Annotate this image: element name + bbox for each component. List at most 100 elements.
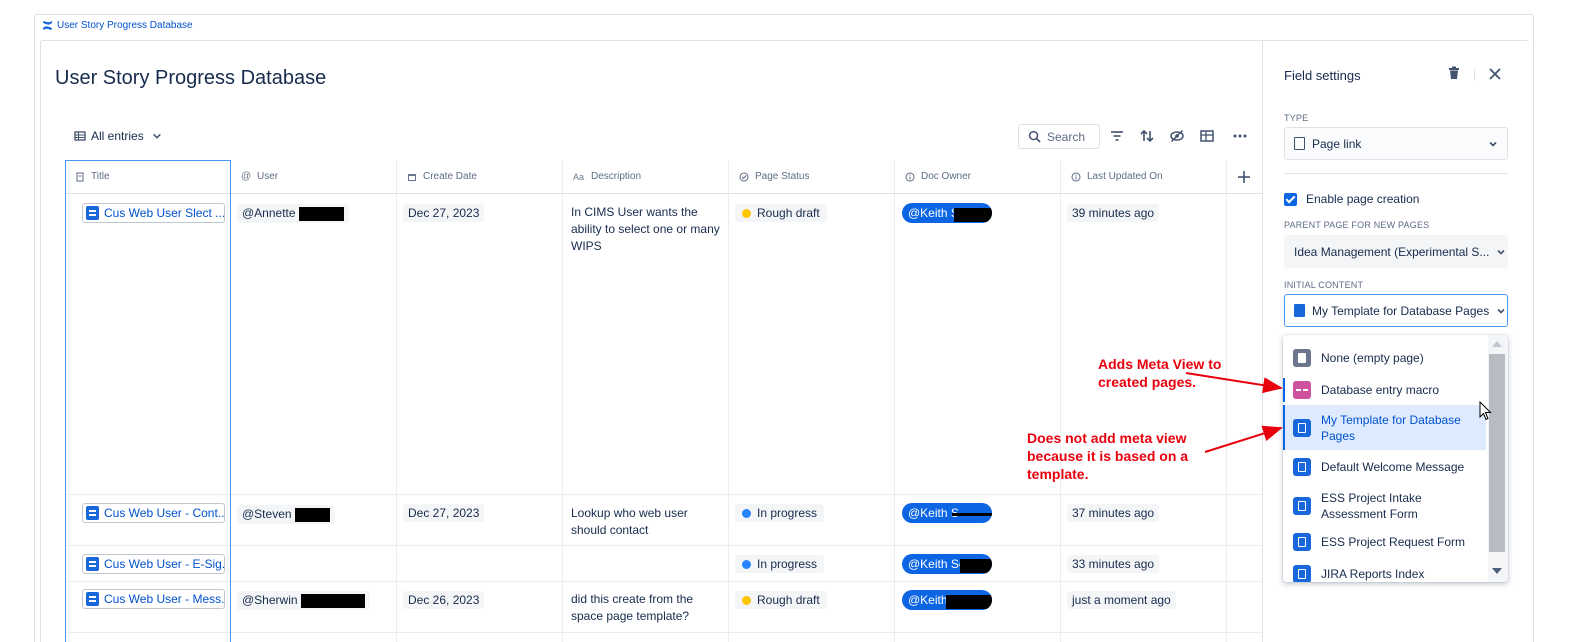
type-select[interactable]: Page link [1284,127,1508,160]
chevron-down-icon [1497,249,1506,255]
user-mention[interactable]: @Sherwin [237,591,370,610]
template-icon [1294,304,1305,317]
plus-icon [1238,170,1250,183]
annotation-no-meta-view: Does not add meta view because it is bas… [1027,429,1188,483]
breadcrumb-label: User Story Progress Database [57,20,193,31]
create-date-tag: Dec 27, 2023 [403,204,485,222]
column-header-page-status[interactable]: Page Status [729,160,894,194]
add-column-button[interactable] [1227,160,1262,194]
column-label: User [257,171,279,182]
hide-fields-icon[interactable] [1169,128,1185,144]
column-header-description[interactable]: Aa Description [563,160,728,194]
status-badge[interactable]: Rough draft [735,204,827,222]
sort-icon[interactable] [1139,128,1155,144]
table-row-title-link[interactable]: Cus Web User - E-Sig... [82,554,225,574]
table-row-title-link[interactable]: Cus Web User - Mess... [82,589,225,609]
checkbox-label: Enable page creation [1306,192,1420,206]
row-title: Cus Web User - Cont... [104,506,225,520]
dropdown-option-my-template[interactable]: My Template for Database Pages [1283,405,1486,450]
column-header-doc-owner[interactable]: Doc Owner [895,160,1060,194]
breadcrumb[interactable]: User Story Progress Database [42,20,193,31]
row-divider [65,581,1262,582]
option-label: None (empty page) [1321,351,1424,365]
redaction [300,593,365,608]
owner-mention[interactable]: @Keith Sc [902,554,992,574]
annotation-line: because it is based on a [1027,448,1189,464]
user-mention[interactable]: @Annette [237,204,349,223]
redaction [960,559,992,573]
view-label: All entries [91,129,144,143]
create-date-tag: Dec 26, 2023 [403,591,485,609]
status-label: Rough draft [757,206,820,220]
column-add [1227,160,1262,642]
column-create-date: Create Date [397,160,563,642]
text-icon: Aa [573,171,585,182]
create-date-tag: Dec 27, 2023 [403,504,485,522]
status-icon [739,171,749,182]
annotation-meta-view: Adds Meta View to created pages. [1098,355,1221,391]
column-header-user[interactable]: @ User [231,160,396,194]
description-text: In CIMS User wants the ability to select… [571,205,720,253]
page-icon [86,557,99,571]
dropdown-option-none[interactable]: None (empty page) [1283,347,1486,369]
owner-mention[interactable]: @Keith S [902,203,992,223]
scrollbar-thumb[interactable] [1489,354,1505,552]
redaction [946,595,992,609]
row-title: Cus Web User Slect ... [104,206,225,220]
option-label: ESS Project Intake Assessment Form [1321,491,1422,521]
more-icon[interactable] [1232,128,1248,144]
search-button[interactable]: Search [1018,124,1100,149]
column-label: Doc Owner [921,171,972,182]
status-badge[interactable]: In progress [735,504,825,522]
trash-icon[interactable] [1446,65,1462,81]
status-dot [742,208,751,218]
dropdown-option-ess-request[interactable]: ESS Project Request Form [1283,531,1486,553]
column-label: Create Date [423,171,477,182]
template-icon [1293,497,1311,515]
status-label: In progress [757,557,818,571]
owner-mention[interactable]: @Keith S [902,503,992,523]
last-updated-tag: 39 minutes ago [1067,204,1160,222]
scroll-up-icon[interactable] [1492,341,1502,347]
table-row-title-link[interactable]: Cus Web User - Cont... [82,503,225,523]
initial-content-dropdown: None (empty page) Database entry macro M… [1283,335,1508,582]
redaction [294,507,330,522]
info-icon [905,171,915,182]
dropdown-option-jira-reports[interactable]: JIRA Reports Index [1283,563,1486,582]
dropdown-option-ess-intake[interactable]: ESS Project Intake Assessment Form [1283,488,1486,524]
dropdown-option-database-entry-macro[interactable]: Database entry macro [1283,378,1486,402]
column-header-create-date[interactable]: Create Date [397,160,562,194]
divider [1474,69,1475,81]
status-dot [742,508,751,518]
initial-content-select[interactable]: My Template for Database Pages [1284,294,1508,327]
description-text: Lookup who web user should contact [571,506,688,537]
dropdown-option-default-welcome[interactable]: Default Welcome Message [1283,456,1486,478]
table-row-title-link[interactable]: Cus Web User Slect ... [82,203,225,223]
panel-title: Field settings [1284,68,1361,83]
chevron-down-icon [1489,141,1497,147]
initial-content-value: My Template for Database Pages [1312,303,1490,318]
table-icon [74,131,86,141]
user-mention[interactable]: @Steven [237,505,335,524]
enable-page-creation-checkbox[interactable]: Enable page creation [1284,192,1419,206]
status-badge[interactable]: In progress [735,555,825,573]
parent-page-select[interactable]: Idea Management (Experimental S... [1284,235,1508,268]
annotation-line: created pages. [1098,374,1197,390]
user-name: @Annette [242,206,296,220]
template-icon [1293,565,1311,582]
scroll-down-icon[interactable] [1492,568,1502,574]
search-icon [1028,130,1041,143]
chevron-down-icon [152,133,161,139]
close-icon[interactable] [1487,66,1503,82]
row-title: Cus Web User - Mess... [104,592,225,606]
status-badge[interactable]: Rough draft [735,591,827,609]
filter-icon[interactable] [1109,128,1125,144]
status-dot [742,595,751,605]
calendar-icon [408,173,416,181]
owner-mention[interactable]: @Keith [902,590,992,610]
option-label: Default Welcome Message [1321,460,1465,474]
parent-page-label: PARENT PAGE FOR NEW PAGES [1284,220,1430,230]
layout-icon[interactable] [1199,128,1215,144]
column-header-last-updated[interactable]: Last Updated On [1061,160,1226,194]
view-selector[interactable]: All entries [74,129,162,143]
